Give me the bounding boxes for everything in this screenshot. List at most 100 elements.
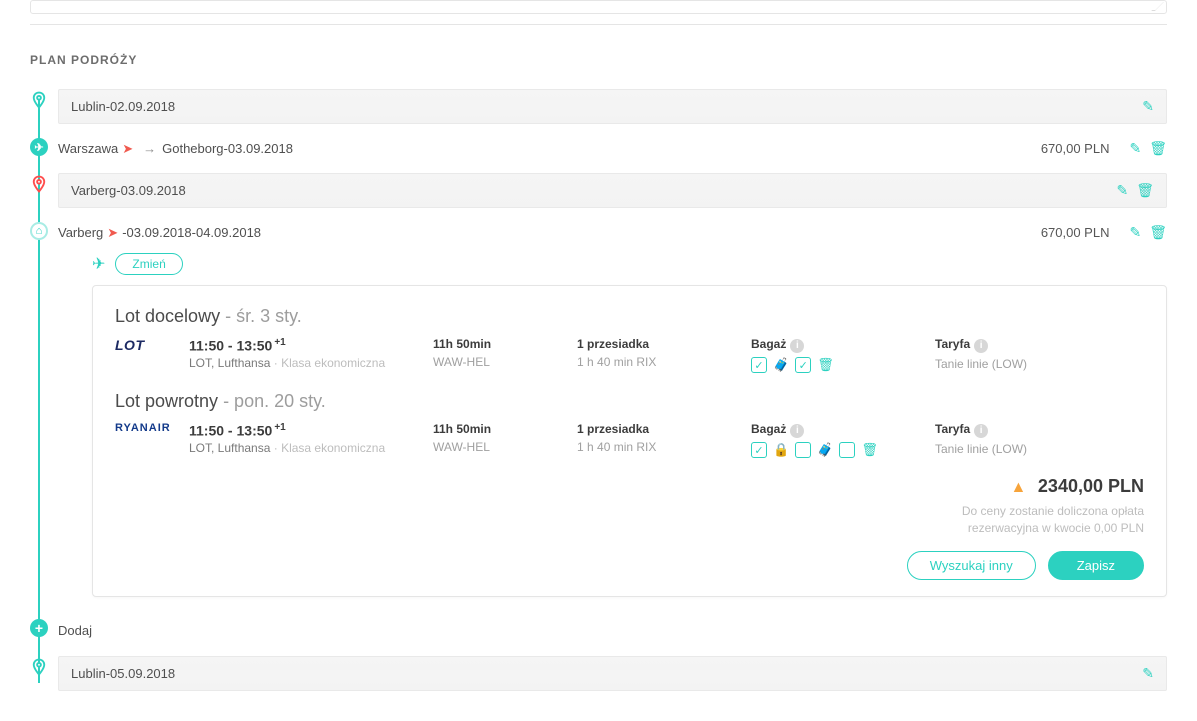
trash-icon[interactable]: 🗑 <box>1136 182 1154 199</box>
time-to: 13:50 <box>237 423 273 439</box>
return-grid: RYANAIR 11:50 - 13:50+1 LOT, Lufthansa ·… <box>115 422 1144 458</box>
checked-bag-icon: 🗑 <box>817 357 834 373</box>
fee-note-line1: Do ceny zostanie doliczona opłata <box>962 504 1144 518</box>
cabin-bag-icon: 🧳 <box>773 357 789 373</box>
cabin-bag-checkbox[interactable] <box>751 442 767 458</box>
baggage-options: 🧳 🗑 <box>751 357 921 373</box>
destination-city: Gotheborg <box>162 141 223 156</box>
medium-bag-checkbox[interactable] <box>795 442 811 458</box>
cabin-class: Klasa ekonomiczna <box>281 441 385 455</box>
route: WAW-HEL <box>433 440 563 454</box>
step-date-to: 04.09.2018 <box>196 225 261 240</box>
step-date: 03.09.2018 <box>121 183 186 198</box>
carriers: LOT, Lufthansa <box>189 441 270 455</box>
flight-times: 11:50 - 13:50+1 <box>189 422 419 439</box>
add-label: Dodaj <box>58 623 92 638</box>
step-row: Lublin - 05.09.2018 ✎ <box>58 656 1167 691</box>
return-title: Lot powrotny - pon. 20 sty. <box>115 391 1144 412</box>
stops-cell: 1 przesiadka 1 h 40 min RIX <box>577 337 737 369</box>
tariff-label: Taryfai <box>935 337 1144 353</box>
carrier-line: LOT, Lufthansa · Klasa ekonomiczna <box>189 356 419 370</box>
cabin-class: Klasa ekonomiczna <box>281 356 385 370</box>
outbound-title: Lot docelowy - śr. 3 sty. <box>115 306 1144 327</box>
step-date: 03.09.2018 <box>228 141 293 156</box>
baggage-cell: Bagażi 🧳 🗑 <box>751 337 921 373</box>
plane-step-icon: ✈ <box>30 138 48 156</box>
itinerary-step: Lublin - 05.09.2018 ✎ <box>58 656 1167 691</box>
tariff-value: Tanie linie (LOW) <box>935 442 1144 456</box>
add-row[interactable]: Dodaj <box>58 617 1167 644</box>
baggage-cell: Bagażi 🔒 🧳 🗑 <box>751 422 921 458</box>
cabin-bag-icon: 🔒 <box>773 442 789 458</box>
cabin-bag-checkbox[interactable] <box>751 357 767 373</box>
tariff-cell: Taryfai Tanie linie (LOW) <box>935 422 1144 456</box>
search-other-button[interactable]: Wyszukaj inny <box>907 551 1036 580</box>
time-to: 13:50 <box>237 338 273 354</box>
edit-icon[interactable]: ✎ <box>1142 98 1154 115</box>
itinerary-step: ⌂ Varberg ➤ - 03.09.2018 - 04.09.2018 67… <box>58 220 1167 597</box>
itinerary-step: ✈ Warszawa ➤ → Gotheborg - 03.09.2018 67… <box>58 136 1167 161</box>
medium-bag-icon: 🧳 <box>817 442 833 458</box>
info-icon[interactable]: i <box>790 339 804 353</box>
pin-icon <box>30 91 48 109</box>
checked-bag-icon: 🗑 <box>861 442 878 458</box>
fee-note-line2: rezerwacyjna w kwocie 0,00 PLN <box>968 521 1144 535</box>
time-from: 11:50 <box>189 338 224 354</box>
info-icon[interactable]: i <box>974 339 988 353</box>
edit-icon[interactable]: ✎ <box>1129 224 1141 241</box>
step-city: Lublin <box>71 99 106 114</box>
baggage-label: Bagażi <box>751 337 921 353</box>
step-row: Lublin - 02.09.2018 ✎ <box>58 89 1167 124</box>
info-icon[interactable]: i <box>974 424 988 438</box>
itinerary-timeline: Lublin - 02.09.2018 ✎ ✈ Warszawa ➤ → Got… <box>30 89 1167 691</box>
stops-detail: 1 h 40 min RIX <box>577 355 737 369</box>
tariff-label-text: Taryfa <box>935 422 970 436</box>
baggage-label-text: Bagaż <box>751 337 786 351</box>
save-button[interactable]: Zapisz <box>1048 551 1144 580</box>
tariff-value: Tanie linie (LOW) <box>935 357 1144 371</box>
add-step: + Dodaj <box>58 617 1167 644</box>
edit-icon[interactable]: ✎ <box>1142 665 1154 682</box>
itinerary-step: Lublin - 02.09.2018 ✎ <box>58 89 1167 124</box>
dot-sep: · <box>270 441 281 455</box>
change-button[interactable]: Zmień <box>115 253 182 275</box>
checked-bag-checkbox[interactable] <box>839 442 855 458</box>
notes-textarea[interactable] <box>30 0 1167 14</box>
segment-price: 670,00 PLN <box>1041 225 1110 240</box>
outbound-grid: LOT 11:50 - 13:50+1 LOT, Lufthansa · Kla… <box>115 337 1144 373</box>
price-summary: ▲ 2340,00 PLN Do ceny zostanie doliczona… <box>115 476 1144 537</box>
pin-icon <box>30 175 48 193</box>
carriers: LOT, Lufthansa <box>189 356 270 370</box>
step-date: 02.09.2018 <box>110 99 175 114</box>
time-carrier-cell: 11:50 - 13:50+1 LOT, Lufthansa · Klasa e… <box>189 337 419 370</box>
section-title: PLAN PODRÓŻY <box>30 53 1167 67</box>
segment-price: 670,00 PLN <box>1041 141 1110 156</box>
dot-sep: · <box>270 356 281 370</box>
step-row: Varberg ➤ - 03.09.2018 - 04.09.2018 670,… <box>58 220 1167 245</box>
leg-title-main: Lot powrotny <box>115 391 218 411</box>
step-city: Lublin <box>71 666 106 681</box>
duration: 11h 50min <box>433 422 563 436</box>
trash-icon[interactable]: 🗑 <box>1149 224 1167 241</box>
time-plus-day: +1 <box>274 337 285 348</box>
leg-title-sub: - pon. 20 sty. <box>218 391 326 411</box>
time-dash: - <box>224 338 236 354</box>
hotel-step-icon: ⌂ <box>30 222 48 240</box>
tariff-label-text: Taryfa <box>935 337 970 351</box>
step-date-from: 03.09.2018 <box>127 225 192 240</box>
baggage-options: 🔒 🧳 🗑 <box>751 442 921 458</box>
edit-icon[interactable]: ✎ <box>1116 182 1128 199</box>
info-icon[interactable]: i <box>790 424 804 438</box>
baggage-label-text: Bagaż <box>751 422 786 436</box>
edit-icon[interactable]: ✎ <box>1129 140 1141 157</box>
step-city: Varberg <box>58 225 103 240</box>
checked-bag-checkbox[interactable] <box>795 357 811 373</box>
total-price: 2340,00 PLN <box>1038 476 1144 496</box>
add-icon[interactable]: + <box>30 619 48 637</box>
stops-label: 1 przesiadka <box>577 422 737 436</box>
time-dash: - <box>224 423 236 439</box>
trash-icon[interactable]: 🗑 <box>1149 140 1167 157</box>
arrow-icon: → <box>143 141 156 156</box>
step-date: 05.09.2018 <box>110 666 175 681</box>
airline-logo: LOT <box>115 337 175 353</box>
